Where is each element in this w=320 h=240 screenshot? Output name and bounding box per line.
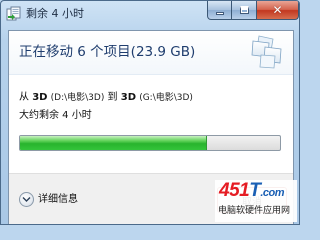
- maximize-button[interactable]: [232, 1, 257, 20]
- window-title: 剩余 4 小时: [26, 7, 84, 20]
- from-label: 从: [19, 92, 29, 103]
- more-info-toggle[interactable]: 详细信息: [19, 192, 78, 207]
- chevron-down-icon: [19, 192, 34, 207]
- title-bar[interactable]: 剩余 4 小时 ✕: [1, 1, 299, 29]
- destination-path: (G:\电影\3D): [139, 93, 193, 103]
- maximize-icon: [239, 6, 249, 14]
- source-destination-line: 从 3D (D:\电影\3D) 到 3D (G:\电影\3D): [19, 91, 193, 105]
- progress-bar-fill: [20, 136, 208, 150]
- site-watermark: 451T.com 电脑软硬件应用网: [215, 180, 297, 222]
- source-path: (D:\电影\3D): [50, 93, 105, 103]
- watermark-logo: 451T.com: [219, 180, 285, 201]
- close-icon: ✕: [272, 3, 283, 17]
- destination-folder-link[interactable]: 3D: [121, 92, 136, 103]
- operation-title: 正在移动 6 个项目(23.9 GB): [19, 44, 196, 60]
- header-band: 正在移动 6 个项目(23.9 GB): [9, 31, 293, 75]
- watermark-subtitle: 电脑软硬件应用网: [218, 206, 291, 216]
- to-label: 到: [107, 92, 118, 103]
- file-copy-icon: [6, 6, 22, 22]
- progress-bar: [19, 135, 281, 151]
- file-operation-window: 剩余 4 小时 ✕ 正在移动 6 个项目(23.9 GB) 从 3D (D:\电…: [0, 0, 300, 225]
- minimize-button[interactable]: [207, 1, 232, 20]
- minimize-icon: [215, 11, 224, 15]
- flying-folder-icon: [235, 33, 287, 73]
- time-remaining: 大约剩余 4 小时: [19, 110, 92, 121]
- caption-buttons: ✕: [207, 1, 299, 20]
- close-button[interactable]: ✕: [257, 1, 299, 20]
- more-info-label: 详细信息: [38, 193, 78, 205]
- source-folder-link[interactable]: 3D: [32, 92, 47, 103]
